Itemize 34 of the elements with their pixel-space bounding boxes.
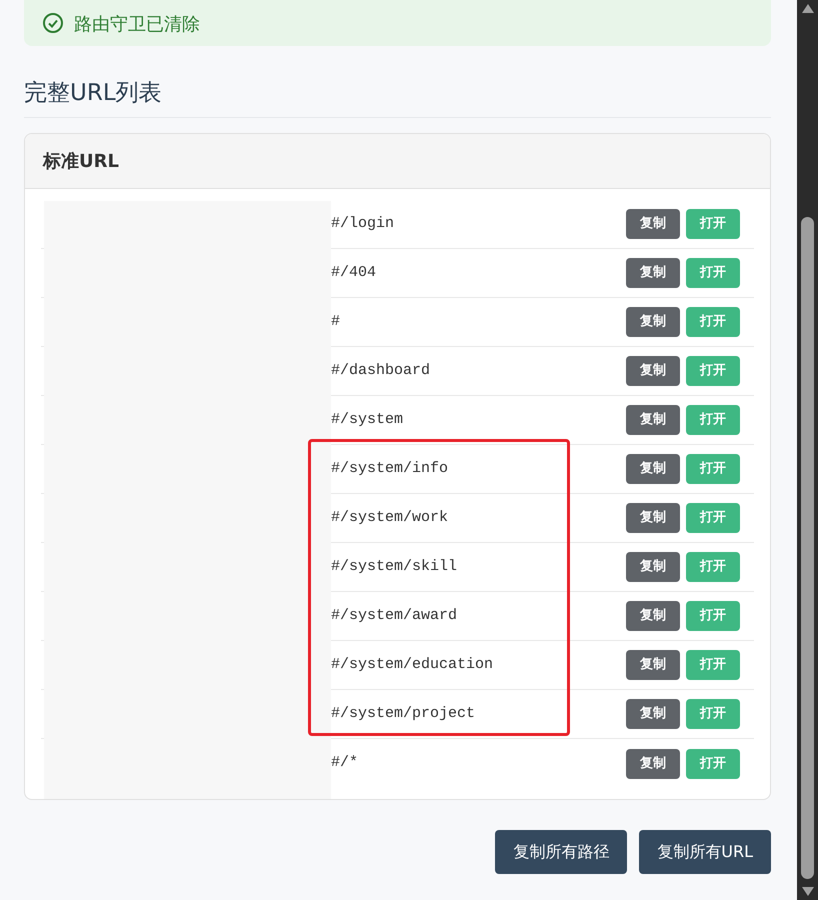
alert-text: 路由守卫已清除 [74,16,200,34]
url-path: #/dashboard [331,360,432,381]
scrollbar[interactable] [797,0,818,900]
section-heading: 完整URL列表 [24,82,163,108]
copy-button[interactable]: 复制 [626,650,680,680]
copy-button[interactable]: 复制 [626,258,680,288]
copy-button[interactable]: 复制 [626,454,680,484]
url-path: #/* [331,753,360,774]
copy-all-button[interactable]: 复制所有路径 [495,830,628,874]
copy-button[interactable]: 复制 [626,307,680,337]
copy-button[interactable]: 复制 [626,748,680,778]
scroll-thumb[interactable] [801,217,814,879]
url-path: #/system/work [331,508,450,528]
url-path: # [331,312,342,332]
copy-button[interactable]: 复制 [626,405,680,435]
url-path: #/login [331,214,396,234]
url-path: #/system/award [331,606,458,626]
url-path: #/system/project [331,704,476,724]
copy-button[interactable]: 复制 [626,699,680,729]
scroll-up-icon[interactable] [802,4,814,13]
copy-button[interactable]: 复制 [626,503,680,533]
copy-button[interactable]: 复制 [626,552,680,582]
copy-button[interactable]: 复制 [626,209,680,239]
scroll-down-icon[interactable] [802,887,814,896]
check-circle-icon [42,12,64,34]
copy-button[interactable]: 复制 [626,601,680,631]
url-path: #/404 [331,262,378,283]
copy-all-button[interactable]: 复制所有URL [639,830,771,874]
card-title: 标准URL [43,150,119,174]
url-path: #/system [331,410,404,430]
copy-button[interactable]: 复制 [626,356,680,386]
url-path: #/system/skill [331,556,458,577]
url-path: #/system/info [331,458,450,479]
url-path: #/system/education [331,654,494,675]
